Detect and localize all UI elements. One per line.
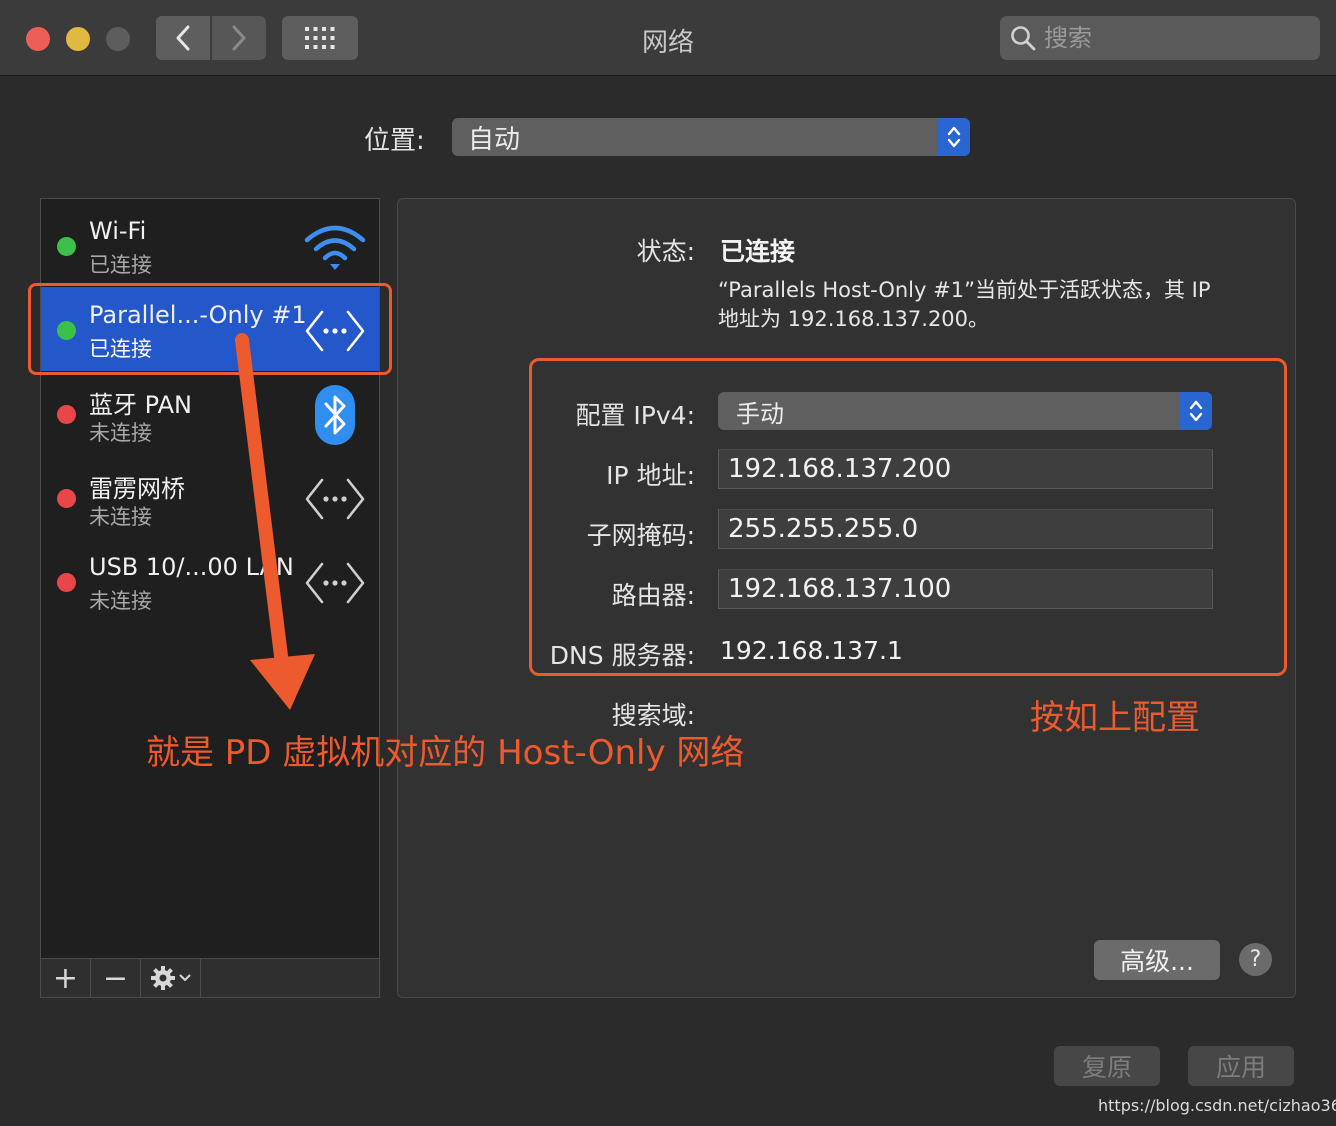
status-label: 状态: [636,237,695,266]
search-box[interactable] [1000,16,1320,60]
title-bar: 网络 [0,0,1336,76]
location-popup[interactable]: 自动 [452,118,970,156]
status-value: 已连接 [720,237,796,266]
chevron-down-icon [179,974,191,982]
gear-icon [151,966,175,990]
service-status: 未连接 [89,589,152,613]
status-dot [57,573,76,592]
chevron-updown-icon [947,126,961,148]
bluetooth-icon [303,385,367,445]
service-item-wifi[interactable]: Wi-Fi 已连接 [41,203,379,287]
service-item-thunderbolt-bridge[interactable]: 雷雳网桥 未连接 [41,455,379,539]
search-icon [1011,26,1036,51]
apply-button[interactable]: 应用 [1188,1046,1294,1086]
popup-stepper [938,118,970,156]
status-dot [57,405,76,424]
revert-button[interactable]: 复原 [1054,1046,1160,1086]
service-status: 已连接 [89,253,152,277]
add-service-button[interactable]: + [41,959,91,997]
service-status: 未连接 [89,421,152,445]
service-name: Wi-Fi [89,217,147,245]
service-item-usb-lan[interactable]: USB 10/...00 LAN 未连接 [41,539,379,623]
service-list-toolbar: + − [40,958,380,998]
help-button[interactable]: ? [1239,943,1272,976]
service-annotation: 就是 PD 虚拟机对应的 Host-Only 网络 [146,733,745,773]
search-input[interactable] [1044,24,1304,52]
selected-service-highlight [28,283,392,375]
service-name: 雷雳网桥 [89,475,185,503]
service-name: USB 10/...00 LAN [89,553,294,581]
service-name: 蓝牙 PAN [89,391,192,419]
remove-service-button[interactable]: − [91,959,141,997]
service-item-bluetooth-pan[interactable]: 蓝牙 PAN 未连接 [41,371,379,455]
service-status: 未连接 [89,505,152,529]
watermark: https://blog.csdn.net/cizhao3600 [1098,1096,1336,1115]
status-dot [57,489,76,508]
ipv4-config-highlight [529,358,1287,676]
ethernet-arrows-icon [303,555,367,611]
location-value: 自动 [468,124,521,155]
ethernet-arrows-icon [303,471,367,527]
status-dot [57,237,76,256]
config-annotation: 按如上配置 [1030,698,1200,738]
status-description: “Parallels Host-Only #1”当前处于活跃状态，其 IP 地址… [718,278,1211,331]
service-actions-menu[interactable] [141,959,201,997]
wifi-icon [303,219,367,275]
location-label: 位置: [364,126,425,156]
advanced-button[interactable]: 高级... [1094,940,1220,980]
